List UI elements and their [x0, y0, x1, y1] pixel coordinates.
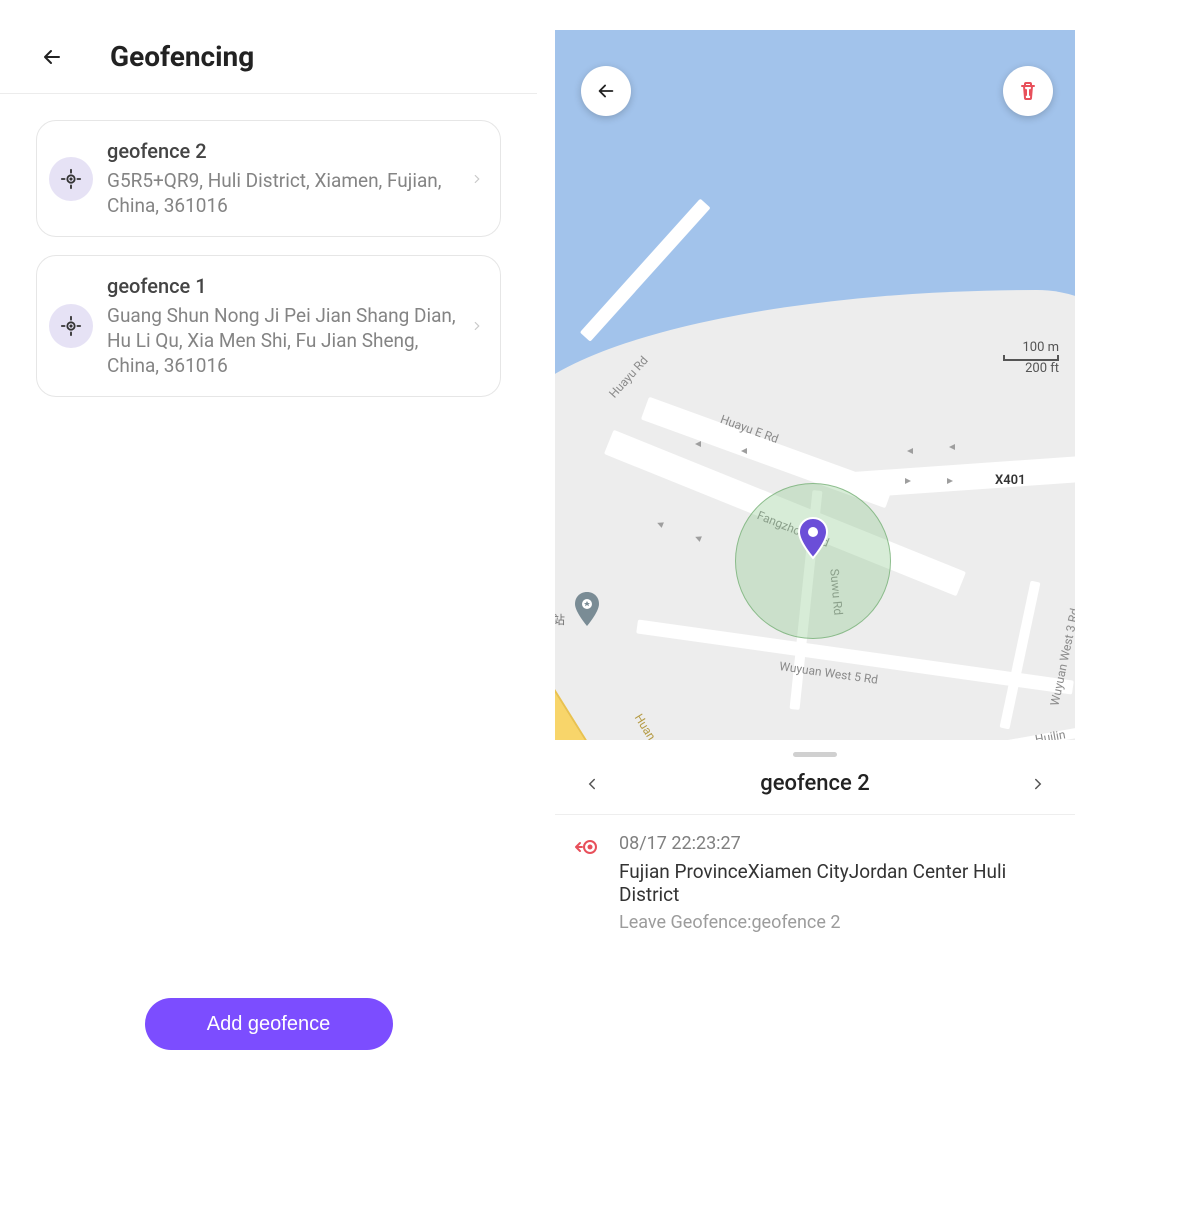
scale-metric: 100 m [1003, 340, 1059, 355]
geofence-list: geofence 2 G5R5+QR9, Huli District, Xiam… [0, 94, 537, 423]
arrow-icon [695, 441, 701, 447]
map-scale: 100 m 200 ft [1003, 340, 1059, 376]
map-back-button[interactable] [581, 66, 631, 116]
arrow-icon [949, 444, 955, 450]
chevron-right-icon [470, 172, 484, 186]
log-address: Fujian ProvinceXiamen CityJordan Center … [619, 860, 1057, 906]
detail-header: geofence 2 [555, 767, 1075, 815]
geofence-detail-panel: Huayu Rd Huayu E Rd Fangzhong Rd Suwu Rd… [555, 30, 1075, 1230]
add-geofence-button[interactable]: Add geofence [145, 998, 393, 1050]
prev-geofence-button[interactable] [581, 773, 603, 795]
arrow-left-icon [40, 45, 64, 69]
geofence-card[interactable]: geofence 2 G5R5+QR9, Huli District, Xiam… [36, 120, 501, 237]
geofence-detail-sheet: geofence 2 08/17 22:23:27 Fujian Provinc… [555, 740, 1075, 1230]
trash-icon [1016, 79, 1040, 103]
location-pin-icon [793, 516, 833, 568]
left-header: Geofencing [0, 20, 537, 94]
geofence-text: geofence 1 Guang Shun Nong Ji Pei Jian S… [107, 274, 456, 378]
geofence-list-panel: Geofencing geofence 2 G5R5+QR9, Huli Dis… [0, 0, 537, 1050]
arrow-left-icon [595, 80, 617, 102]
geofence-icon [49, 157, 93, 201]
geofence-text: geofence 2 G5R5+QR9, Huli District, Xiam… [107, 139, 456, 218]
geofence-address: Guang Shun Nong Ji Pei Jian Shang Dian, … [107, 304, 456, 378]
geofence-name: geofence 1 [107, 274, 456, 298]
delete-button[interactable] [1003, 66, 1053, 116]
scale-imperial: 200 ft [1003, 361, 1059, 376]
arrow-icon [741, 448, 747, 454]
chevron-left-icon [583, 775, 601, 793]
log-timestamp: 08/17 22:23:27 [619, 833, 1057, 854]
log-entry: 08/17 22:23:27 Fujian ProvinceXiamen Cit… [555, 815, 1075, 951]
map[interactable]: Huayu Rd Huayu E Rd Fangzhong Rd Suwu Rd… [555, 30, 1075, 740]
arrow-icon [907, 448, 913, 454]
poi-marker-icon [573, 592, 601, 632]
leave-geofence-icon [573, 833, 601, 933]
chevron-right-icon [470, 319, 484, 333]
detail-title: geofence 2 [760, 771, 870, 796]
next-geofence-button[interactable] [1027, 773, 1049, 795]
target-icon [60, 315, 82, 337]
chevron-right-icon [1029, 775, 1047, 793]
road-label: X401 [995, 473, 1026, 488]
poi-label: 站 [555, 611, 565, 628]
geofence-address: G5R5+QR9, Huli District, Xiamen, Fujian,… [107, 169, 456, 218]
target-icon [60, 168, 82, 190]
page-title: Geofencing [110, 40, 254, 73]
arrow-icon [905, 478, 911, 484]
log-body: 08/17 22:23:27 Fujian ProvinceXiamen Cit… [619, 833, 1057, 933]
log-action: Leave Geofence:geofence 2 [619, 912, 1057, 933]
geofence-card[interactable]: geofence 1 Guang Shun Nong Ji Pei Jian S… [36, 255, 501, 397]
back-button[interactable] [40, 45, 64, 69]
arrow-icon [947, 478, 953, 484]
geofence-name: geofence 2 [107, 139, 456, 163]
drag-handle[interactable] [793, 752, 837, 757]
geofence-icon [49, 304, 93, 348]
